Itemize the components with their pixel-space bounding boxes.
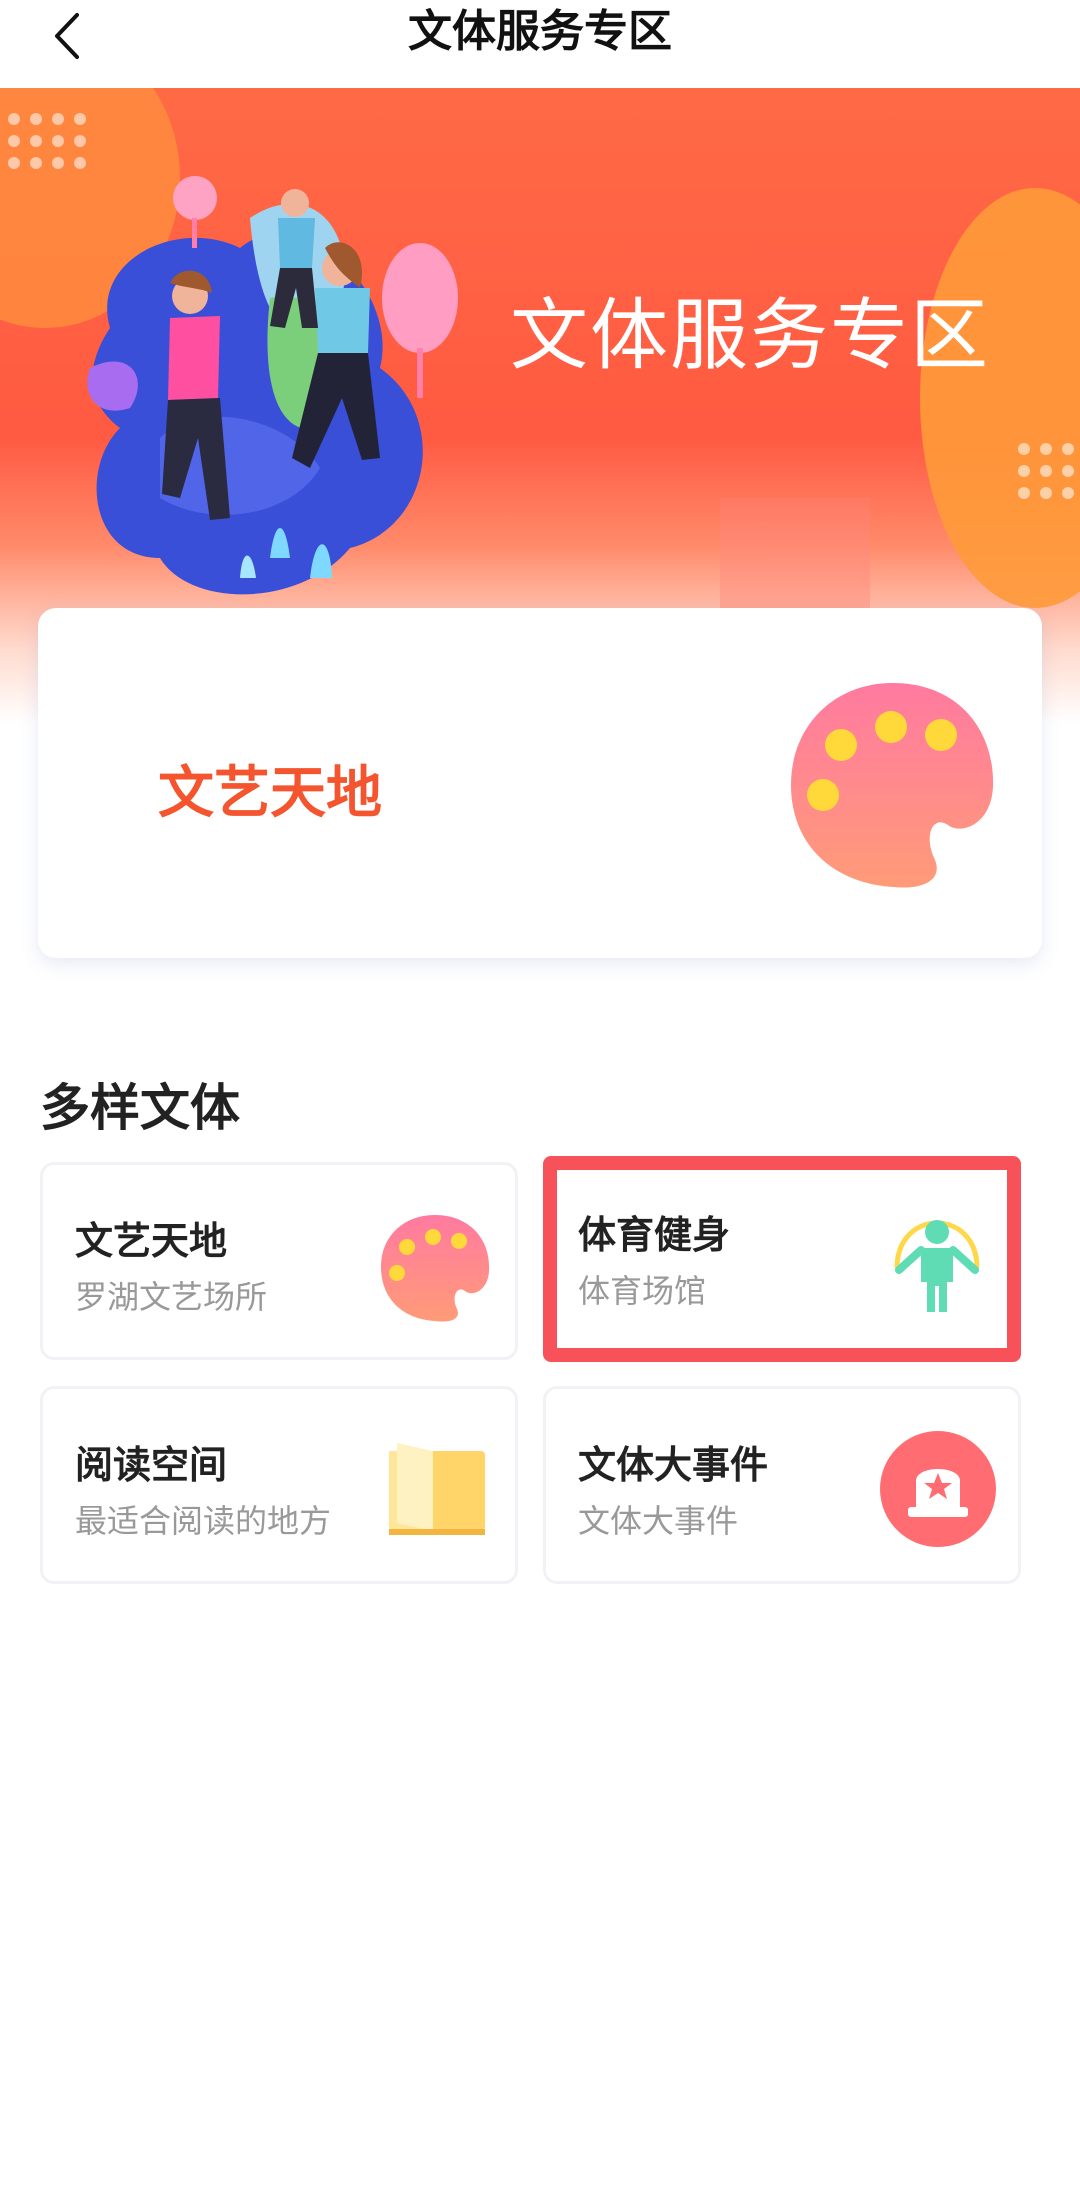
tile-wenyi-tiandi[interactable]: 文艺天地 罗湖文艺场所 bbox=[40, 1162, 518, 1360]
section-title: 多样文体 bbox=[40, 1079, 240, 1137]
tile-wenti-dashijian[interactable]: 文体大事件 文体大事件 bbox=[543, 1386, 1021, 1584]
tile-subtitle: 体育场馆 bbox=[578, 1272, 707, 1310]
tile-subtitle: 最适合阅读的地方 bbox=[75, 1502, 332, 1540]
book-icon bbox=[389, 1443, 485, 1535]
tile-subtitle: 文体大事件 bbox=[578, 1502, 739, 1540]
tile-yuedu-kongjian[interactable]: 阅读空间 最适合阅读的地方 bbox=[40, 1386, 518, 1584]
tile-title: 文体大事件 bbox=[578, 1443, 769, 1487]
banner-title: 文体服务专区 bbox=[510, 291, 991, 381]
feature-card-label: 文艺天地 bbox=[158, 761, 382, 826]
tile-title: 体育健身 bbox=[578, 1213, 731, 1257]
palette-icon bbox=[381, 1215, 490, 1322]
tile-subtitle: 罗湖文艺场所 bbox=[75, 1278, 268, 1316]
jump-rope-icon bbox=[894, 1220, 980, 1312]
page-title: 文体服务专区 bbox=[408, 6, 672, 57]
running-people-illustration bbox=[87, 176, 458, 595]
banner-decor-blob bbox=[920, 188, 1080, 608]
event-star-icon bbox=[880, 1431, 996, 1547]
header-bar: 文体服务专区 bbox=[0, 0, 1080, 88]
palette-icon bbox=[791, 683, 994, 888]
feature-card-wenyi[interactable]: 文艺天地 bbox=[38, 608, 1042, 958]
tile-title: 阅读空间 bbox=[75, 1443, 228, 1487]
tile-tiyu-jianshen[interactable]: 体育健身 体育场馆 bbox=[543, 1156, 1021, 1362]
tile-title: 文艺天地 bbox=[75, 1219, 228, 1263]
banner-decor-dots bbox=[1018, 443, 1080, 499]
